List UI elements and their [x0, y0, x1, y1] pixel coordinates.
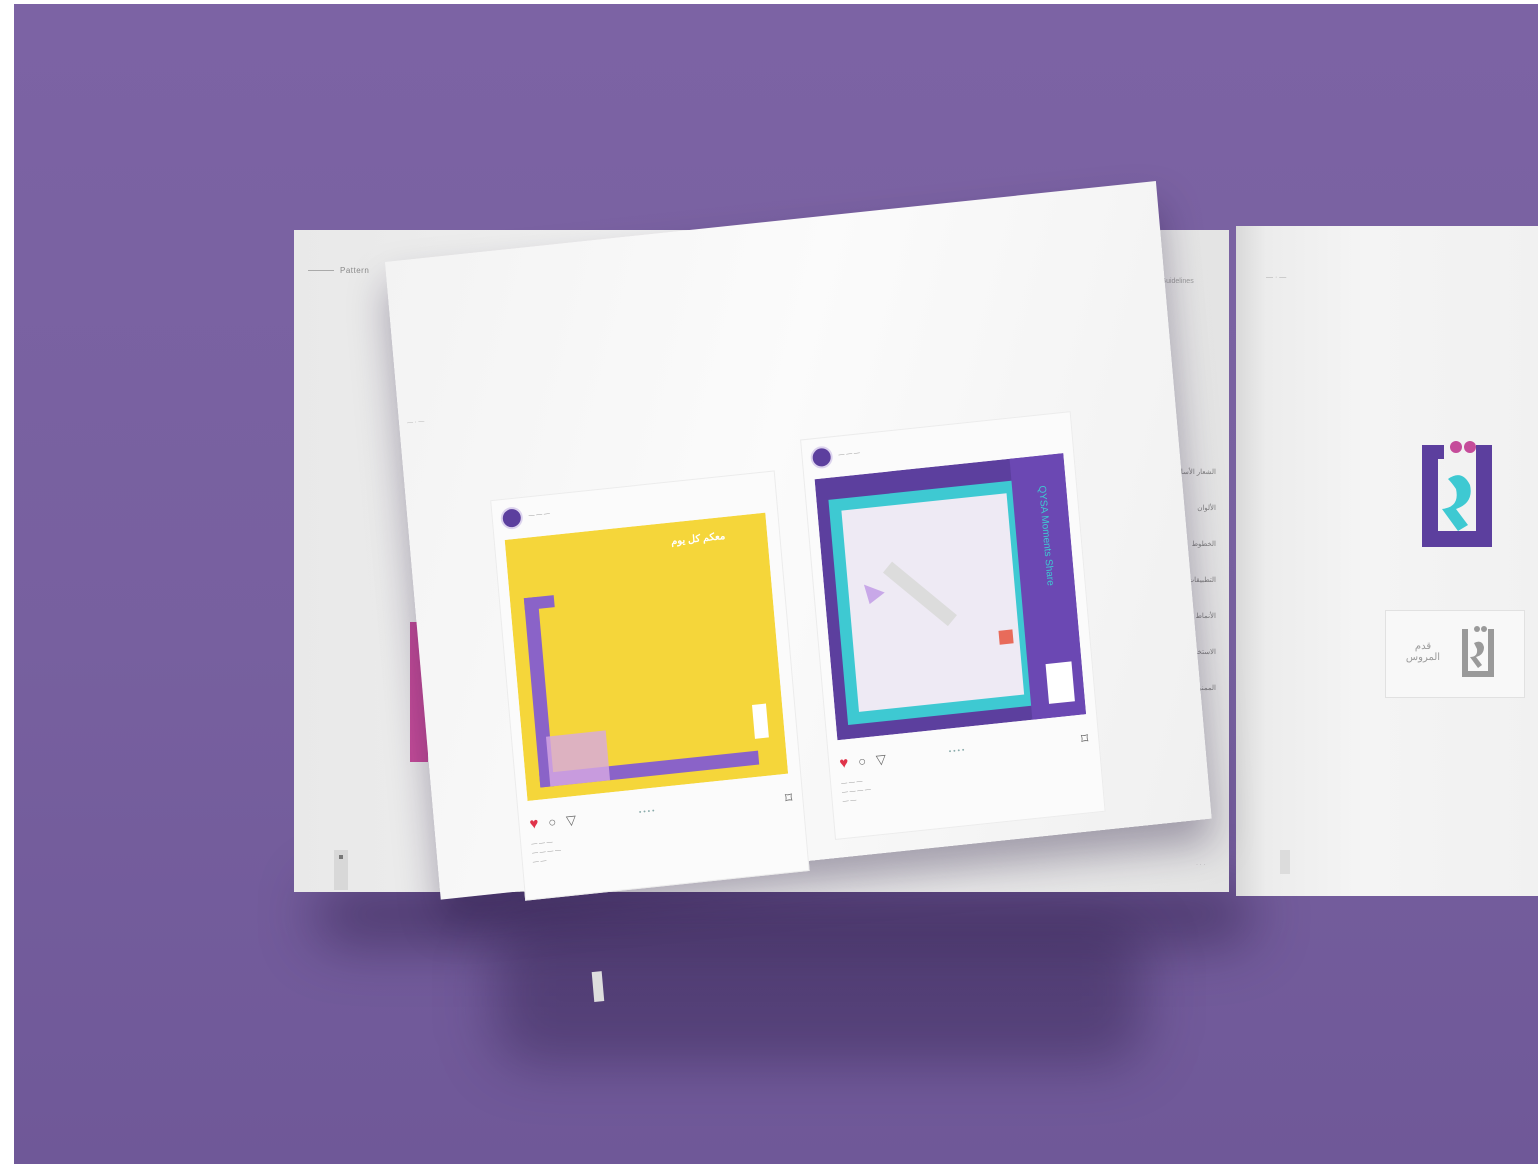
- page-shadow: [494, 924, 1144, 1064]
- heart-icon[interactable]: ♥: [839, 754, 849, 772]
- brand-logo: [1422, 441, 1492, 547]
- post-artwork-purple: QYSA Moments Share: [814, 453, 1087, 741]
- post-username: — — —: [528, 511, 551, 520]
- post-caption: — — — — — — — — —: [531, 839, 562, 866]
- avatar: [499, 505, 524, 531]
- page-header: Pattern: [308, 266, 369, 275]
- bookmark-icon[interactable]: ⌑: [1080, 730, 1089, 748]
- post-actions: ♥ ○ ▽: [529, 812, 577, 833]
- comment-icon[interactable]: ○: [858, 753, 867, 769]
- post-actions: ♥ ○ ▽: [839, 751, 887, 772]
- page-tab: [1280, 850, 1290, 874]
- post-header: — — —: [499, 503, 551, 531]
- book-right-page: — · —: [1236, 226, 1538, 896]
- logo-card-text: قدم المروس: [1405, 641, 1441, 663]
- avatar: [809, 445, 834, 470]
- share-icon[interactable]: ▽: [565, 812, 576, 828]
- page-header: — · —: [1266, 274, 1287, 281]
- carousel-dots: • • • •: [638, 807, 655, 817]
- carousel-dots: • • • •: [948, 747, 965, 756]
- page-tab: [334, 850, 348, 890]
- post-header: — — —: [809, 442, 861, 470]
- comment-icon[interactable]: ○: [548, 814, 557, 830]
- heart-icon[interactable]: ♥: [529, 815, 539, 833]
- share-icon[interactable]: ▽: [875, 751, 886, 767]
- bookmark-icon[interactable]: ⌑: [784, 789, 793, 807]
- post-caption: — — — — — — — — —: [840, 778, 872, 806]
- page-subheader: — · —: [406, 418, 425, 427]
- post-username: — — —: [838, 450, 861, 459]
- page-number: · · ·: [1196, 862, 1206, 868]
- brand-logo-gray: [1462, 626, 1494, 677]
- turning-page: — · — — — — معكم كل يوم ♥ ○ ▽ • • • • ⌑ …: [385, 180, 1212, 1003]
- social-post-mockup: — — — QYSA Moments Share ♥ ○ ▽ • • • • ⌑…: [800, 411, 1106, 841]
- logo-card: قدم المروس: [1385, 610, 1525, 698]
- social-post-mockup: — — — معكم كل يوم ♥ ○ ▽ • • • • ⌑ — — — —…: [490, 470, 810, 901]
